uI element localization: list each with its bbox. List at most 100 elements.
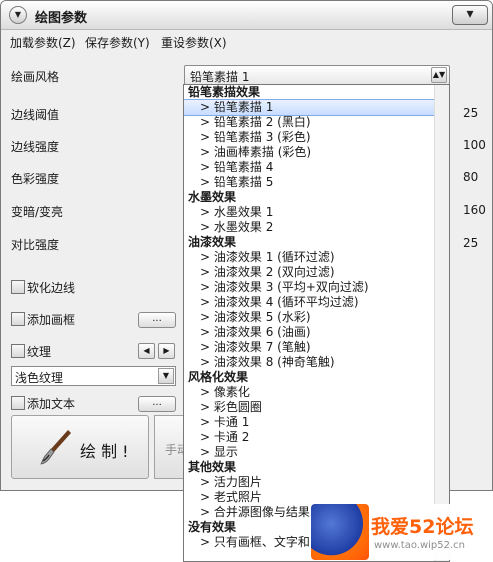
next-texture-button[interactable]: ▶ xyxy=(158,343,175,359)
watermark-title: 我爱52论坛 xyxy=(371,516,474,538)
soften-edges-label: 软化边线 xyxy=(27,281,76,295)
option-arrow-marker: > xyxy=(200,205,214,219)
dropdown-option[interactable]: > 油漆效果 6 (油画) xyxy=(184,325,449,340)
option-label: 像素化 xyxy=(213,385,250,399)
title-bar: ▼ 绘图参数 ▾ xyxy=(1,1,492,30)
style-label: 绘画风格 xyxy=(11,70,60,84)
dropdown-options: 铅笔素描效果 > 铅笔素描 1 > 铅笔素描 2 (黑白) > 铅笔素描 3 (彩色)… xyxy=(184,85,449,550)
option-arrow-marker: > xyxy=(200,445,214,459)
option-label: 油漆效果 8 (神奇笔触) xyxy=(213,355,335,369)
add-frame-label: 添加画框 xyxy=(27,313,76,327)
dropdown-option[interactable]: > 铅笔素描 5 xyxy=(184,175,449,190)
dropdown-option[interactable]: > 油漆效果 8 (神奇笔触) xyxy=(184,355,449,370)
checkbox-box[interactable] xyxy=(11,344,25,358)
dropdown-option[interactable]: > 油漆效果 5 (水彩) xyxy=(184,310,449,325)
menu-save-params[interactable]: 保存参数(Y) xyxy=(85,34,150,51)
edge-threshold-label: 边线阈值 xyxy=(11,108,60,122)
option-label: 油漆效果 1 (循环过滤) xyxy=(213,250,335,264)
dropdown-option[interactable]: > 水墨效果 2 xyxy=(184,220,449,235)
option-label: 油漆效果 4 (循环平均过滤) xyxy=(213,295,359,309)
option-arrow-marker: > xyxy=(200,355,214,369)
triangle-left-icon: ◀ xyxy=(143,346,150,355)
edge-strength-value: 100 xyxy=(463,138,486,152)
edge-threshold-value: 25 xyxy=(463,106,479,120)
option-label: 铅笔素描 5 xyxy=(213,175,274,189)
dropdown-scrollbar[interactable] xyxy=(434,85,449,561)
menu-bar: 加载参数(Z) 保存参数(Y) 重设参数(X) xyxy=(1,30,492,52)
text-settings-button[interactable]: ... xyxy=(138,396,176,412)
dropdown-option[interactable]: > 油漆效果 7 (笔触) xyxy=(184,340,449,355)
frame-settings-button[interactable]: ... xyxy=(138,312,176,328)
dropdown-option[interactable]: > 彩色圆圈 xyxy=(184,400,449,415)
option-label: 铅笔素描 3 (彩色) xyxy=(213,130,311,144)
option-arrow-marker: > xyxy=(200,310,214,324)
option-label: 水墨效果 1 xyxy=(213,205,274,219)
texture-select[interactable]: 浅色纹理 ▼ xyxy=(11,366,176,386)
combo-arrow-icon[interactable]: ▲▼ xyxy=(431,67,447,83)
edge-strength-label: 边线强度 xyxy=(11,140,60,154)
dropdown-option[interactable]: > 老式照片 xyxy=(184,490,449,505)
dropdown-option[interactable]: > 卡通 2 xyxy=(184,430,449,445)
option-label: 油漆效果 3 (平均+双向过滤) xyxy=(213,280,369,294)
add-text-label: 添加文本 xyxy=(27,397,76,411)
option-label: 铅笔素描 1 xyxy=(213,100,274,114)
option-label: 铅笔素描 2 (黑白) xyxy=(213,115,311,129)
watermark-url: www.tao.wip52.cn xyxy=(374,540,466,551)
dropdown-option[interactable]: > 铅笔素描 2 (黑白) xyxy=(184,115,449,130)
draw-button[interactable]: 绘 制 ! xyxy=(11,415,149,479)
menu-reset-params[interactable]: 重设参数(X) xyxy=(161,34,227,51)
dropdown-group-header: 风格化效果 xyxy=(188,370,249,384)
collapse-button[interactable]: ▾ xyxy=(452,5,488,25)
dropdown-option[interactable]: > 铅笔素描 1 xyxy=(184,99,449,116)
dropdown-option[interactable]: > 油漆效果 2 (双向过滤) xyxy=(184,265,449,280)
contrast-label: 对比强度 xyxy=(11,238,60,252)
checkbox-box[interactable] xyxy=(11,312,25,326)
menu-load-params[interactable]: 加载参数(Z) xyxy=(10,34,76,51)
option-arrow-marker: > xyxy=(200,400,214,414)
darken-lighten-label: 变暗/变亮 xyxy=(11,205,64,219)
window-menu-icon[interactable]: ▼ xyxy=(9,6,27,24)
option-arrow-marker: > xyxy=(200,220,214,234)
option-arrow-marker: > xyxy=(200,145,214,159)
option-label: 油漆效果 7 (笔触) xyxy=(213,340,311,354)
add-text-checkbox[interactable]: 添加文本 xyxy=(11,395,75,412)
dropdown-option[interactable]: > 油漆效果 1 (循环过滤) xyxy=(184,250,449,265)
checkbox-box[interactable] xyxy=(11,396,25,410)
option-arrow-marker: > xyxy=(200,130,214,144)
soften-edges-checkbox[interactable]: 软化边线 xyxy=(11,279,75,296)
texture-label: 纹理 xyxy=(27,345,52,359)
chevron-down-icon[interactable]: ▼ xyxy=(158,368,174,384)
style-dropdown-list[interactable]: 铅笔素描效果 > 铅笔素描 1 > 铅笔素描 2 (黑白) > 铅笔素描 3 (彩色)… xyxy=(183,84,450,562)
option-arrow-marker: > xyxy=(200,385,214,399)
option-arrow-marker: > xyxy=(200,280,214,294)
option-arrow-marker: > xyxy=(200,430,214,444)
color-strength-value: 80 xyxy=(463,170,479,184)
option-arrow-marker: > xyxy=(200,325,214,339)
prev-texture-button[interactable]: ◀ xyxy=(138,343,155,359)
draw-button-label: 绘 制 ! xyxy=(80,442,129,461)
option-label: 显示 xyxy=(213,445,238,459)
option-arrow-marker: > xyxy=(200,415,214,429)
color-strength-label: 色彩强度 xyxy=(11,172,60,186)
add-frame-checkbox[interactable]: 添加画框 xyxy=(11,311,75,328)
dropdown-option[interactable]: > 显示 xyxy=(184,445,449,460)
dropdown-option[interactable]: > 油漆效果 4 (循环平均过滤) xyxy=(184,295,449,310)
checkbox-box[interactable] xyxy=(11,280,25,294)
contrast-value: 25 xyxy=(463,236,479,250)
dropdown-option[interactable]: > 卡通 1 xyxy=(184,415,449,430)
dropdown-option[interactable]: > 铅笔素描 4 xyxy=(184,160,449,175)
darken-lighten-value: 160 xyxy=(463,203,486,217)
dropdown-option[interactable]: > 水墨效果 1 xyxy=(184,205,449,220)
dropdown-option[interactable]: > 油画棒素描 (彩色) xyxy=(184,145,449,160)
option-arrow-marker: > xyxy=(200,535,214,549)
dropdown-option[interactable]: > 铅笔素描 3 (彩色) xyxy=(184,130,449,145)
option-arrow-marker: > xyxy=(200,160,214,174)
texture-checkbox[interactable]: 纹理 xyxy=(11,343,51,360)
style-select[interactable]: 铅笔素描 1 ▲▼ xyxy=(184,65,450,85)
option-label: 卡通 1 xyxy=(213,415,250,429)
option-arrow-marker: > xyxy=(200,265,214,279)
dropdown-option[interactable]: > 像素化 xyxy=(184,385,449,400)
dropdown-option[interactable]: > 油漆效果 3 (平均+双向过滤) xyxy=(184,280,449,295)
dropdown-option[interactable]: > 活力图片 xyxy=(184,475,449,490)
option-label: 油漆效果 2 (双向过滤) xyxy=(213,265,335,279)
